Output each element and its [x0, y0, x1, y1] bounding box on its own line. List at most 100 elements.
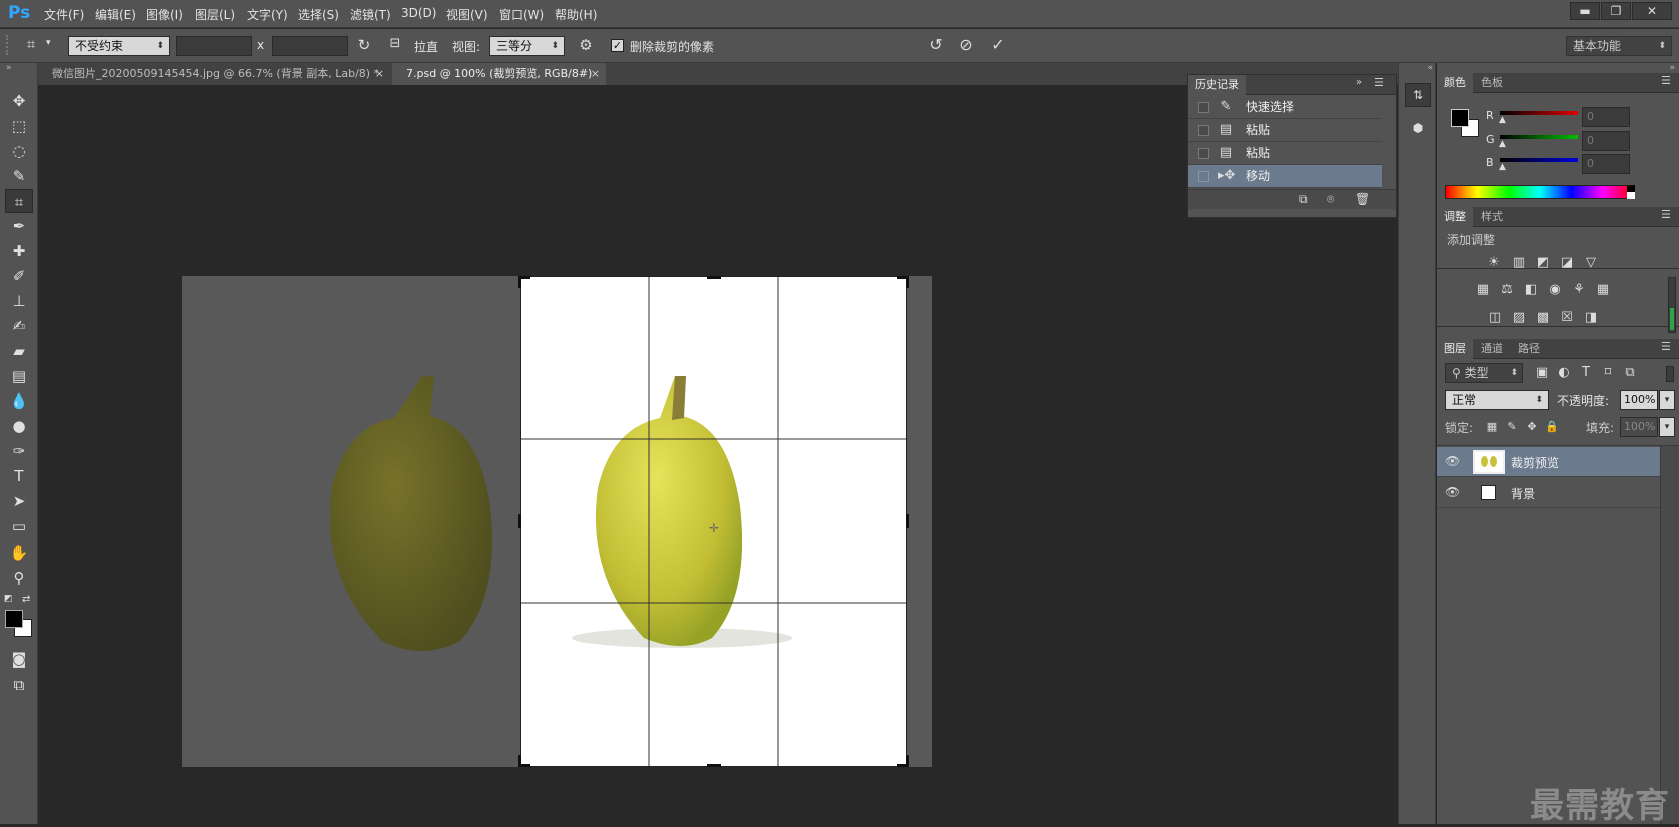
panel-menu-icon[interactable]: ☰	[1661, 340, 1671, 353]
pen-tool-icon[interactable]: ✑	[5, 439, 33, 463]
filter-adjustment-icon[interactable]: ◐	[1555, 365, 1573, 381]
quick-select-tool-icon[interactable]: ✎	[5, 164, 33, 188]
height-input[interactable]	[272, 36, 348, 56]
foreground-color-swatch[interactable]	[1451, 109, 1469, 127]
blur-tool-icon[interactable]: 💧	[5, 389, 33, 413]
gear-icon[interactable]: ⚙	[576, 36, 596, 54]
eye-icon[interactable]: 👁	[1445, 454, 1460, 468]
snapshot-camera-icon[interactable]: ⌾	[1327, 192, 1334, 207]
layer-filter-select[interactable]: ⚲ 类型 ⬍	[1445, 363, 1523, 383]
screen-mode-icon[interactable]: ⧉	[5, 673, 33, 697]
healing-brush-tool-icon[interactable]: ✚	[5, 239, 33, 263]
brightness-icon[interactable]: ☀	[1485, 255, 1503, 271]
scrollbar-thumb[interactable]	[1670, 308, 1674, 330]
history-item-active[interactable]: ▸✥ 移动	[1188, 165, 1382, 188]
panel-menu-icon[interactable]: ☰	[1374, 76, 1384, 89]
slider-thumb-icon[interactable]: ▲	[1499, 139, 1506, 149]
dodge-tool-icon[interactable]: ●	[5, 414, 33, 438]
hue-saturation-icon[interactable]: ▦	[1474, 282, 1492, 298]
menu-window[interactable]: 窗口(W)	[499, 6, 544, 23]
history-item[interactable]: ▤ 粘贴	[1188, 119, 1382, 142]
layer-row[interactable]: 👁 背景	[1437, 478, 1660, 508]
gradient-map-icon[interactable]: ☒	[1558, 310, 1576, 326]
clone-stamp-tool-icon[interactable]: ⊥	[5, 289, 33, 313]
type-tool-icon[interactable]: T	[5, 464, 33, 488]
close-tab-icon[interactable]: ×	[591, 63, 600, 84]
tab-layers[interactable]: 图层	[1437, 339, 1473, 359]
document-tab[interactable]: 微信图片_20200509145454.jpg @ 66.7% (背景 副本, …	[38, 63, 390, 85]
history-item[interactable]: ▤ 粘贴	[1188, 142, 1382, 165]
minimize-button[interactable]: ▬	[1570, 2, 1600, 20]
photo-filter-icon[interactable]: ◉	[1546, 282, 1564, 298]
path-select-tool-icon[interactable]: ➤	[5, 489, 33, 513]
cancel-icon[interactable]: ⊘	[955, 35, 977, 54]
default-colors-icon[interactable]: ◩	[4, 594, 13, 604]
opacity-input[interactable]: 100%	[1620, 390, 1658, 410]
close-tab-icon[interactable]: ×	[375, 63, 384, 84]
menu-view[interactable]: 视图(V)	[446, 6, 488, 23]
lock-position-icon[interactable]: ✥	[1523, 419, 1541, 435]
reset-icon[interactable]: ↺	[925, 35, 947, 54]
color-balance-icon[interactable]: ⚖	[1498, 282, 1516, 298]
menu-image[interactable]: 图像(I)	[146, 6, 183, 23]
history-brush-source-checkbox[interactable]	[1198, 125, 1209, 136]
collapse-panel-icon[interactable]: »	[1356, 77, 1362, 88]
lock-image-icon[interactable]: ✎	[1503, 419, 1521, 435]
white-swatch[interactable]	[1627, 192, 1635, 199]
red-value-input[interactable]: 0	[1582, 107, 1630, 127]
menu-edit[interactable]: 编辑(E)	[95, 6, 136, 23]
tab-swatches[interactable]: 色板	[1474, 73, 1510, 93]
channel-mixer-icon[interactable]: ⚘	[1570, 282, 1588, 298]
color-spectrum-bar[interactable]	[1445, 185, 1635, 199]
marquee-tool-icon[interactable]: ⬚	[5, 114, 33, 138]
invert-icon[interactable]: ◫	[1486, 310, 1504, 326]
swap-colors-icon[interactable]: ⇄	[22, 594, 30, 605]
fill-input[interactable]: 100%	[1620, 417, 1658, 437]
red-slider[interactable]	[1500, 111, 1578, 115]
move-tool-icon[interactable]: ✥	[5, 89, 33, 113]
adjustments-scrollbar[interactable]	[1668, 277, 1676, 333]
history-brush-source-checkbox[interactable]	[1198, 102, 1209, 113]
history-item[interactable]: ✎ 快速选择	[1188, 96, 1382, 119]
gradient-tool-icon[interactable]: ▤	[5, 364, 33, 388]
zoom-tool-icon[interactable]: ⚲	[5, 566, 33, 590]
filter-smart-object-icon[interactable]: ⧉	[1621, 365, 1639, 381]
fill-dropdown-icon[interactable]: ▾	[1659, 417, 1675, 437]
history-brush-source-checkbox[interactable]	[1198, 148, 1209, 159]
straighten-icon[interactable]: ⊟	[384, 36, 406, 51]
filter-type-icon[interactable]: T	[1577, 365, 1595, 381]
workspace-select[interactable]: 基本功能 ⬍	[1566, 36, 1672, 56]
history-tab[interactable]: 历史记录	[1188, 75, 1246, 95]
swap-rotate-icon[interactable]: ↻	[354, 36, 374, 54]
width-input[interactable]	[176, 36, 252, 56]
restore-button[interactable]: ❐	[1601, 2, 1631, 20]
3d-cube-icon[interactable]: ⬢	[1405, 117, 1431, 141]
panel-menu-icon[interactable]: ☰	[1661, 74, 1671, 87]
levels-icon[interactable]: ▥	[1510, 255, 1528, 271]
lock-transparent-icon[interactable]: ▦	[1483, 419, 1501, 435]
threshold-icon[interactable]: ▩	[1534, 310, 1552, 326]
straighten-label[interactable]: 拉直	[414, 38, 438, 55]
grip-handle[interactable]	[6, 35, 16, 55]
expand-dock-icon[interactable]: «	[1403, 63, 1433, 73]
tab-channels[interactable]: 通道	[1474, 339, 1510, 359]
color-lookup-icon[interactable]: ▦	[1594, 282, 1612, 298]
document-tab-active[interactable]: 7.psd @ 100% (裁剪预览, RGB/8#) ×	[392, 63, 606, 85]
exposure-icon[interactable]: ◪	[1558, 255, 1576, 271]
posterize-icon[interactable]: ▨	[1510, 310, 1528, 326]
green-slider[interactable]	[1500, 135, 1578, 139]
opacity-dropdown-icon[interactable]: ▾	[1659, 390, 1675, 410]
image-canvas[interactable]: ✛	[182, 276, 932, 767]
overlay-view-select[interactable]: 三等分 ⬍	[489, 36, 565, 56]
filter-toggle[interactable]	[1666, 366, 1674, 382]
menu-select[interactable]: 选择(S)	[298, 6, 339, 23]
menu-help[interactable]: 帮助(H)	[555, 6, 597, 23]
slider-thumb-icon[interactable]: ▲	[1499, 162, 1506, 172]
eyedropper-tool-icon[interactable]: ✒	[5, 214, 33, 238]
ratio-select[interactable]: 不受约束 ⬍	[68, 36, 170, 56]
tab-styles[interactable]: 样式	[1474, 207, 1510, 227]
blend-mode-select[interactable]: 正常 ⬍	[1445, 390, 1549, 410]
panel-menu-icon[interactable]: ☰	[1661, 208, 1671, 221]
eraser-tool-icon[interactable]: ▰	[5, 339, 33, 363]
menu-file[interactable]: 文件(F)	[44, 6, 84, 23]
